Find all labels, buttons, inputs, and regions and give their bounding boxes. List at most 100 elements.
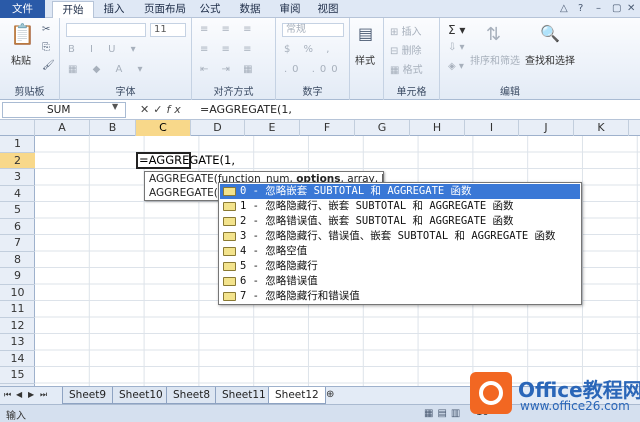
minimize-ribbon-icon[interactable]: △ (560, 3, 568, 14)
column-header[interactable]: C (136, 120, 191, 136)
font-size-select[interactable]: 11 (150, 23, 186, 37)
active-cell-text[interactable]: =AGGREGATE(1, (139, 153, 235, 168)
row-header[interactable]: 1 (0, 136, 35, 153)
paste-icon[interactable]: 📋 (10, 22, 35, 46)
cut-icon[interactable]: ✂ (42, 24, 50, 35)
dropdown-option[interactable]: 6 - 忽略错误值 (220, 274, 580, 289)
sheet-tab[interactable]: Sheet10 (112, 387, 170, 404)
row-header[interactable]: 11 (0, 301, 35, 318)
dropdown-option[interactable]: 4 - 忽略空值 (220, 244, 580, 259)
column-header[interactable]: A (35, 120, 90, 136)
window-restore-icon[interactable]: ▢ (612, 3, 621, 14)
sheet-tab-active[interactable]: Sheet12 (268, 387, 326, 404)
column-header[interactable]: I (465, 120, 519, 136)
dropdown-option[interactable]: 5 - 忽略隐藏行 (220, 259, 580, 274)
clear-icon[interactable]: ◈ ▾ (448, 61, 464, 72)
column-header[interactable]: J (519, 120, 574, 136)
format-painter-icon[interactable]: 🖌 (42, 60, 55, 71)
align-top-buttons[interactable]: ≡ ≡ ≡ (200, 24, 257, 35)
row-header[interactable]: 9 (0, 268, 35, 285)
row-header[interactable]: 10 (0, 285, 35, 301)
option-label: 7 - 忽略隐藏行和错误值 (240, 290, 360, 302)
option-label: 1 - 忽略隐藏行、嵌套 SUBTOTAL 和 AGGREGATE 函数 (240, 200, 514, 212)
tab-insert[interactable]: 插入 (100, 1, 128, 18)
font-format-buttons[interactable]: B I U ▾ (68, 44, 142, 55)
tab-review[interactable]: 审阅 (276, 1, 304, 18)
sheet-tab[interactable]: Sheet8 (166, 387, 218, 404)
option-label: 3 - 忽略隐藏行、错误值、嵌套 SUBTOTAL 和 AGGREGATE 函数 (240, 230, 556, 242)
row-header[interactable]: 3 (0, 169, 35, 186)
column-header[interactable]: F (300, 120, 355, 136)
select-all-corner[interactable] (0, 120, 35, 136)
sheet-tab[interactable]: Sheet11 (215, 387, 273, 404)
last-sheet-icon[interactable]: ⏭ (40, 390, 47, 400)
column-header[interactable]: E (245, 120, 300, 136)
row-header[interactable]: 5 (0, 202, 35, 219)
formula-bar: SUM ▼ ✕✓fx =AGGREGATE(1, (0, 100, 640, 120)
row-header[interactable]: 15 (0, 367, 35, 384)
copy-icon[interactable]: ⎘ (42, 42, 50, 53)
tab-formulas[interactable]: 公式 (196, 1, 224, 18)
column-header[interactable]: H (410, 120, 465, 136)
view-buttons[interactable]: ▦▤▥ (424, 408, 464, 419)
tab-data[interactable]: 数据 (236, 1, 264, 18)
row-header[interactable]: 8 (0, 252, 35, 268)
first-sheet-icon[interactable]: ⏮ (4, 390, 11, 400)
tab-page-layout[interactable]: 页面布局 (140, 1, 190, 18)
row-header[interactable]: 12 (0, 318, 35, 334)
option-icon (223, 292, 236, 301)
styles-icon[interactable]: ▤ (358, 24, 373, 43)
watermark-logo: Office教程网 www.office26.com (470, 372, 640, 416)
formula-input[interactable]: =AGGREGATE(1, (200, 102, 292, 118)
number-format-select[interactable]: 常规 (282, 23, 344, 37)
name-box[interactable]: SUM (2, 102, 126, 118)
delete-cells-button[interactable]: ⊟ 删除 (390, 42, 422, 57)
autosum-icon[interactable]: Σ ▾ (448, 23, 465, 37)
tab-view[interactable]: 视图 (314, 1, 342, 18)
dropdown-option[interactable]: 7 - 忽略隐藏行和错误值 (220, 289, 580, 304)
dropdown-option[interactable]: 1 - 忽略隐藏行、嵌套 SUBTOTAL 和 AGGREGATE 函数 (220, 199, 580, 214)
ribbon-tabs: 文件 开始 插入 页面布局 公式 数据 审阅 视图 △ ? – ▢ ✕ (0, 0, 640, 19)
format-cells-button[interactable]: ▦ 格式 (390, 61, 423, 76)
window-close-icon[interactable]: ✕ (627, 3, 635, 14)
column-header[interactable]: D (191, 120, 245, 136)
row-header[interactable]: 7 (0, 235, 35, 252)
insert-sheet-icon[interactable]: ⊕ (326, 389, 334, 400)
align-mid-buttons[interactable]: ≡ ≡ ≡ (200, 44, 257, 55)
watermark-url: www.office26.com (520, 399, 630, 413)
decimal-buttons[interactable]: .0 .00 (284, 64, 343, 75)
styles-button[interactable]: 样式 (355, 52, 375, 67)
dropdown-option[interactable]: 0 - 忽略嵌套 SUBTOTAL 和 AGGREGATE 函数 (220, 184, 580, 199)
row-header[interactable]: 14 (0, 351, 35, 367)
help-icon[interactable]: ? (578, 3, 583, 14)
font-name-select[interactable] (66, 23, 146, 37)
option-icon (223, 187, 236, 196)
column-header[interactable]: K (574, 120, 629, 136)
fill-icon[interactable]: ⇩ ▾ (448, 42, 465, 53)
row-header[interactable]: 13 (0, 334, 35, 351)
formula-buttons[interactable]: ✕✓fx (140, 102, 185, 118)
sheet-tab[interactable]: Sheet9 (62, 387, 114, 404)
row-header[interactable]: 2 (0, 152, 35, 169)
find-select-button[interactable]: 查找和选择 (525, 52, 575, 67)
dropdown-option[interactable]: 2 - 忽略错误值、嵌套 SUBTOTAL 和 AGGREGATE 函数 (220, 214, 580, 229)
number-style-buttons[interactable]: $ % , (284, 44, 334, 55)
dropdown-option[interactable]: 3 - 忽略隐藏行、错误值、嵌套 SUBTOTAL 和 AGGREGATE 函数 (220, 229, 580, 244)
indent-buttons[interactable]: ⇤ ⇥ ▦ (200, 64, 258, 75)
column-header[interactable]: B (90, 120, 136, 136)
font-color-buttons[interactable]: ▦ ◆ A ▾ (68, 64, 149, 75)
prev-sheet-icon[interactable]: ◀ (16, 390, 22, 399)
row-header[interactable]: 4 (0, 186, 35, 202)
window-min-icon[interactable]: – (596, 3, 601, 14)
tab-home[interactable]: 开始 (52, 1, 94, 19)
row-header[interactable]: 6 (0, 219, 35, 235)
sort-filter-icon[interactable]: ⇅ (486, 24, 501, 45)
sort-filter-button[interactable]: 排序和筛选 (470, 52, 520, 67)
column-header[interactable]: G (355, 120, 410, 136)
name-box-dropdown-icon[interactable]: ▼ (112, 102, 118, 111)
insert-cells-button[interactable]: ⊞ 插入 (390, 23, 422, 38)
paste-button[interactable]: 粘贴 (11, 52, 31, 67)
tab-file[interactable]: 文件 (0, 0, 45, 18)
find-icon[interactable]: 🔍 (540, 24, 560, 43)
next-sheet-icon[interactable]: ▶ (28, 390, 34, 399)
